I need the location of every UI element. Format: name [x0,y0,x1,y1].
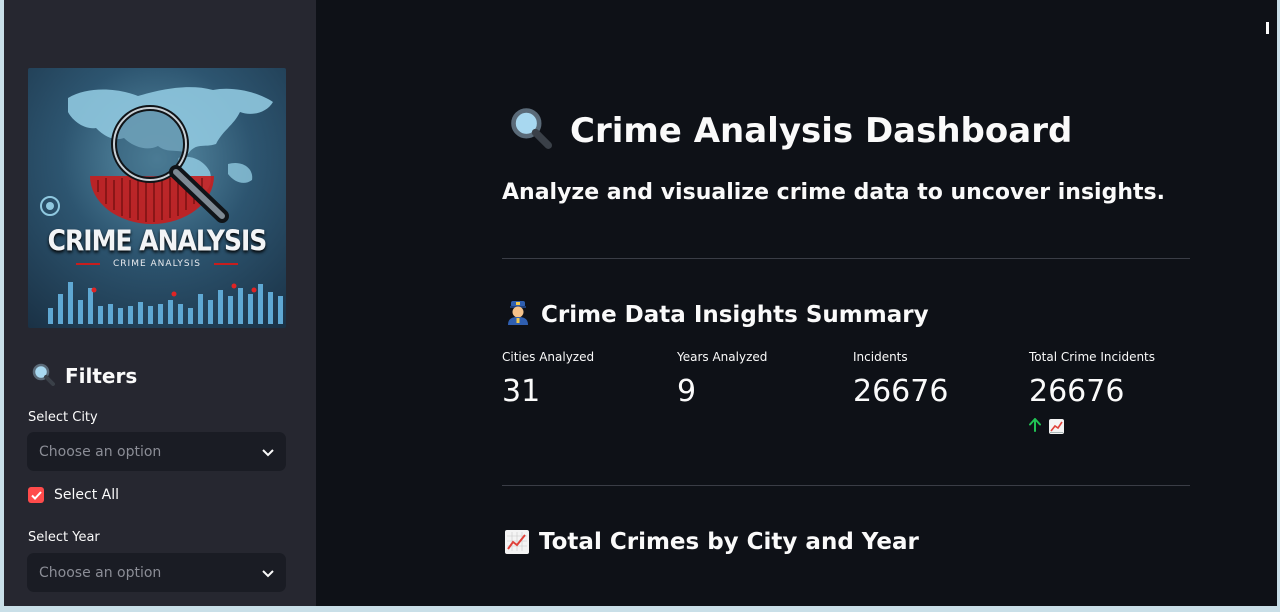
page-subtitle: Analyze and visualize crime data to unco… [502,180,1165,205]
summary-heading-text: Crime Data Insights Summary [541,302,929,328]
metric-value: 26676 [853,374,949,409]
metric-label: Cities Analyzed [502,350,595,364]
app-root: CRIME ANALYSIS CRIME ANALYSIS Filters Se… [0,0,1280,612]
chart-heading: Total Crimes by City and Year [505,525,919,559]
police-officer-icon [505,299,531,331]
scroll-indicator[interactable] [1266,22,1269,34]
chart-increasing-icon [1049,419,1064,434]
checkbox-checked-icon[interactable] [28,487,44,503]
magnifier-icon [31,362,55,391]
up-arrow-icon [1029,417,1041,436]
select-city-dropdown[interactable]: Choose an option [27,432,286,471]
metric-value: 26676 [1029,374,1125,409]
divider [502,258,1190,259]
select-year-placeholder: Choose an option [39,564,162,581]
metric-label: Years Analyzed [677,350,768,364]
metric-value: 9 [677,374,697,409]
filters-heading-label: Filters [65,364,138,388]
filters-heading: Filters [31,360,137,392]
metric-cities-analyzed: Cities Analyzed 31 [502,350,594,409]
chart-increasing-icon [505,530,529,554]
select-city-label: Select City [28,410,98,425]
sidebar: CRIME ANALYSIS CRIME ANALYSIS Filters Se… [4,0,316,606]
metric-label: Total Crime Incidents [1029,350,1156,364]
page-title: Crime Analysis Dashboard [508,104,1072,158]
select-all-label: Select All [54,487,119,503]
page-title-text: Crime Analysis Dashboard [570,111,1073,151]
logo-title: CRIME ANALYSIS [47,223,268,258]
crime-analysis-logo: CRIME ANALYSIS CRIME ANALYSIS [28,68,286,328]
logo-subtitle: CRIME ANALYSIS [113,259,201,269]
metric-label: Incidents [853,350,908,364]
select-all-checkbox[interactable]: Select All [28,487,119,503]
divider [502,485,1190,486]
select-year-label: Select Year [28,530,100,545]
chevron-down-icon [262,563,274,582]
metric-total-crime-incidents: Total Crime Incidents 26676 [1029,350,1155,436]
chevron-down-icon [262,442,274,461]
chart-heading-text: Total Crimes by City and Year [539,529,919,555]
summary-heading: Crime Data Insights Summary [505,298,929,332]
magnifier-icon [508,105,552,158]
select-year-dropdown[interactable]: Choose an option [27,553,286,592]
window-edge-bottom [0,606,1280,612]
metric-delta [1029,417,1155,436]
metric-incidents: Incidents 26676 [853,350,948,409]
metric-years-analyzed: Years Analyzed 9 [677,350,767,409]
metric-value: 31 [502,374,541,409]
select-city-placeholder: Choose an option [39,443,162,460]
